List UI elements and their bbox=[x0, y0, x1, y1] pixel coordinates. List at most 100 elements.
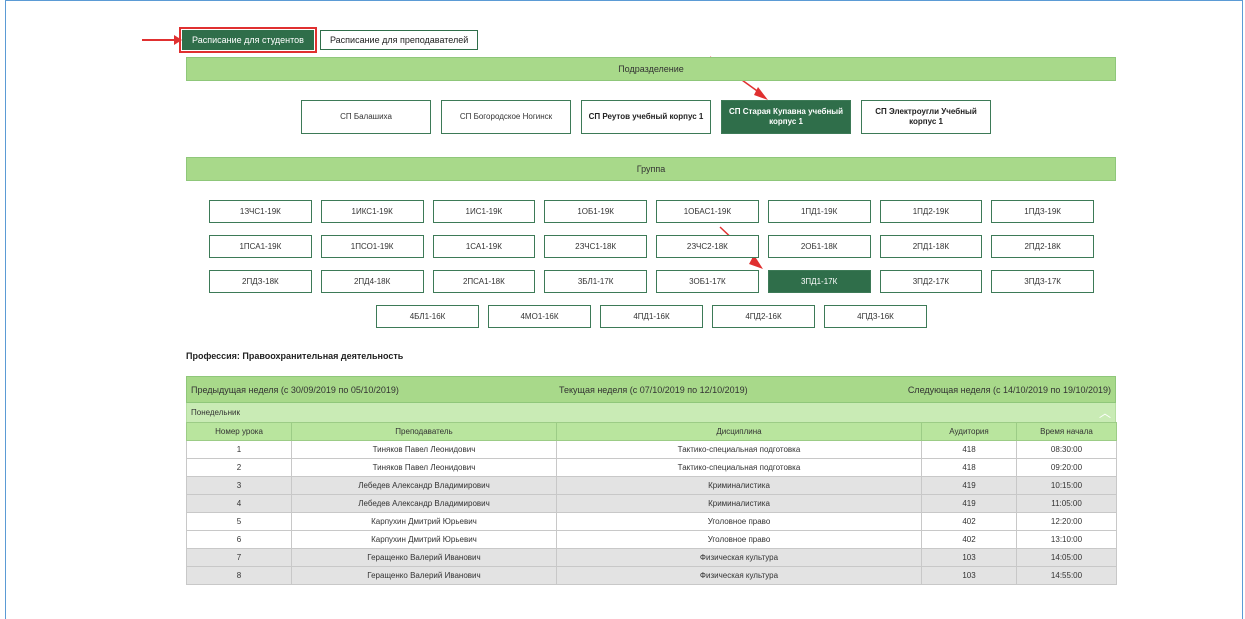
cell-teacher: Геращенко Валерий Иванович bbox=[291, 566, 557, 585]
group-button[interactable]: 1СА1-19К bbox=[432, 235, 536, 258]
cell-teacher: Геращенко Валерий Иванович bbox=[291, 548, 557, 567]
group-button[interactable]: 2ЗЧС2-18К bbox=[656, 235, 759, 258]
group-button[interactable]: 1ПСО1-19К bbox=[320, 235, 424, 258]
cell-start-time: 12:20:00 bbox=[1016, 512, 1117, 531]
group-list: 1ЗЧС1-19К 1ИКС1-19К 1ИС1-19К 1ОБ1-19К 1ОБАС1… bbox=[209, 200, 1094, 340]
group-button[interactable]: 2ПД1-18К bbox=[879, 235, 983, 258]
group-button[interactable]: 4МО1-16К bbox=[488, 305, 591, 328]
annotation-arrow-tabs bbox=[142, 35, 182, 45]
col-start-time: Время начала bbox=[1016, 422, 1117, 441]
cell-start-time: 11:05:00 bbox=[1016, 494, 1117, 513]
cell-teacher: Тиняков Павел Леонидович bbox=[291, 458, 557, 477]
col-lesson-number: Номер урока bbox=[186, 422, 292, 441]
subdivision-button[interactable]: СП Электроугли Учебный корпус 1 bbox=[861, 100, 991, 134]
cell-teacher: Карпухин Дмитрий Юрьевич bbox=[291, 530, 557, 549]
table-row: 7 Геращенко Валерий Иванович Физическая ку… bbox=[186, 548, 1117, 567]
cell-teacher: Тиняков Павел Леонидович bbox=[291, 440, 557, 459]
subdivision-list: СП Балашиха СП Богородское Ногинск СП Реут… bbox=[301, 100, 991, 134]
group-button[interactable]: 2ПД2-18К bbox=[991, 235, 1094, 258]
group-row: 1ЗЧС1-19К 1ИКС1-19К 1ИС1-19К 1ОБ1-19К 1ОБАС1… bbox=[209, 200, 1094, 223]
group-button[interactable]: 1ИКС1-19К bbox=[320, 200, 424, 223]
cell-room: 419 bbox=[921, 476, 1017, 495]
cell-lesson-number: 4 bbox=[186, 494, 292, 513]
schedule-panel: Предыдущая неделя (с 30/09/2019 по 05/10… bbox=[186, 376, 1117, 585]
chevron-up-icon[interactable]: ︿ bbox=[1099, 404, 1111, 421]
subdivision-header: Подразделение bbox=[186, 57, 1116, 81]
cell-discipline: Тактико-специальная подготовка bbox=[556, 458, 922, 477]
group-button[interactable]: 3ПДЗ-17К bbox=[991, 270, 1094, 293]
cell-discipline: Криминалистика bbox=[556, 476, 922, 495]
cell-discipline: Тактико-специальная подготовка bbox=[556, 440, 922, 459]
group-header: Группа bbox=[186, 157, 1116, 181]
previous-week-link[interactable]: Предыдущая неделя (с 30/09/2019 по 05/10… bbox=[191, 385, 399, 395]
cell-lesson-number: 1 bbox=[186, 440, 292, 459]
table-header-row: Номер урока Преподаватель Дисциплина Ауд… bbox=[186, 422, 1117, 441]
subdivision-button[interactable]: СП Реутов учебный корпус 1 bbox=[581, 100, 711, 134]
tab-students[interactable]: Расписание для студентов bbox=[179, 27, 317, 53]
group-row: 1ПСА1-19К 1ПСО1-19К 1СА1-19К 2ЗЧС1-18К 2ЗЧС2… bbox=[209, 235, 1094, 258]
cell-start-time: 14:55:00 bbox=[1016, 566, 1117, 585]
cell-room: 103 bbox=[921, 566, 1017, 585]
col-discipline: Дисциплина bbox=[556, 422, 922, 441]
cell-start-time: 08:30:00 bbox=[1016, 440, 1117, 459]
group-button[interactable]: 2ПД4-18К bbox=[320, 270, 424, 293]
cell-room: 402 bbox=[921, 530, 1017, 549]
cell-room: 402 bbox=[921, 512, 1017, 531]
group-button[interactable]: 1ИС1-19К bbox=[432, 200, 536, 223]
cell-lesson-number: 7 bbox=[186, 548, 292, 567]
subdivision-button[interactable]: СП Богородское Ногинск bbox=[441, 100, 571, 134]
day-header[interactable]: Понедельник ︿ bbox=[186, 403, 1116, 422]
profession-title: Профессия: Правоохранительная деятельнос… bbox=[186, 351, 404, 361]
col-room: Аудитория bbox=[921, 422, 1017, 441]
tab-teachers[interactable]: Расписание для преподавателей bbox=[319, 30, 479, 50]
group-button[interactable]: 1ПД2-19К bbox=[879, 200, 983, 223]
group-button[interactable]: 4БЛ1-16К bbox=[376, 305, 479, 328]
group-button[interactable]: 4ПД1-16К bbox=[600, 305, 703, 328]
cell-discipline: Уголовное право bbox=[556, 512, 922, 531]
day-label: Понедельник bbox=[191, 408, 240, 417]
cell-lesson-number: 5 bbox=[186, 512, 292, 531]
cell-room: 419 bbox=[921, 494, 1017, 513]
cell-lesson-number: 2 bbox=[186, 458, 292, 477]
group-button[interactable]: 1ПДЗ-19К bbox=[991, 200, 1094, 223]
subdivision-button[interactable]: СП Балашиха bbox=[301, 100, 431, 134]
group-button[interactable]: 3ПД2-17К bbox=[879, 270, 983, 293]
group-button[interactable]: 2ПДЗ-18К bbox=[209, 270, 312, 293]
group-button[interactable]: 1ОБ1-19К bbox=[544, 200, 647, 223]
group-button[interactable]: 2ПСА1-18К bbox=[432, 270, 536, 293]
group-button[interactable]: 1ПД1-19К bbox=[767, 200, 871, 223]
cell-discipline: Физическая культура bbox=[556, 548, 922, 567]
table-row: 2 Тиняков Павел Леонидович Тактико-специал… bbox=[186, 458, 1117, 477]
cell-start-time: 09:20:00 bbox=[1016, 458, 1117, 477]
cell-teacher: Лебедев Александр Владимирович bbox=[291, 476, 557, 495]
cell-start-time: 14:05:00 bbox=[1016, 548, 1117, 567]
group-row: 4БЛ1-16К 4МО1-16К 4ПД1-16К 4ПД2-16К 4ПДЗ-16К bbox=[209, 305, 1094, 328]
group-button[interactable]: 4ПД2-16К bbox=[712, 305, 815, 328]
group-button[interactable]: 1ПСА1-19К bbox=[209, 235, 312, 258]
cell-start-time: 13:10:00 bbox=[1016, 530, 1117, 549]
group-button[interactable]: 4ПДЗ-16К bbox=[824, 305, 927, 328]
group-button[interactable]: 3ПД1-17К bbox=[767, 270, 871, 293]
cell-discipline: Уголовное право bbox=[556, 530, 922, 549]
group-button[interactable]: 1ОБАС1-19К bbox=[656, 200, 759, 223]
cell-teacher: Карпухин Дмитрий Юрьевич bbox=[291, 512, 557, 531]
table-row: 3 Лебедев Александр Владимирович Криминали… bbox=[186, 476, 1117, 495]
cell-room: 418 bbox=[921, 440, 1017, 459]
group-button[interactable]: 1ЗЧС1-19К bbox=[209, 200, 312, 223]
cell-lesson-number: 6 bbox=[186, 530, 292, 549]
subdivision-button[interactable]: СП Старая Купавна учебный корпус 1 bbox=[721, 100, 851, 134]
table-row: 4 Лебедев Александр Владимирович Криминали… bbox=[186, 494, 1117, 513]
table-row: 1 Тиняков Павел Леонидович Тактико-специал… bbox=[186, 440, 1117, 459]
cell-room: 418 bbox=[921, 458, 1017, 477]
cell-start-time: 10:15:00 bbox=[1016, 476, 1117, 495]
week-navigation: Предыдущая неделя (с 30/09/2019 по 05/10… bbox=[186, 376, 1116, 403]
cell-discipline: Криминалистика bbox=[556, 494, 922, 513]
group-button[interactable]: 3БЛ1-17К bbox=[544, 270, 647, 293]
group-button[interactable]: 3ОБ1-17К bbox=[656, 270, 759, 293]
next-week-link[interactable]: Следующая неделя (с 14/10/2019 по 19/10/… bbox=[908, 385, 1111, 395]
group-button[interactable]: 2ОБ1-18К bbox=[767, 235, 871, 258]
cell-room: 103 bbox=[921, 548, 1017, 567]
group-button[interactable]: 2ЗЧС1-18К bbox=[544, 235, 647, 258]
current-week-label[interactable]: Текущая неделя (с 07/10/2019 по 12/10/20… bbox=[559, 385, 748, 395]
table-row: 6 Карпухин Дмитрий Юрьевич Уголовное право… bbox=[186, 530, 1117, 549]
